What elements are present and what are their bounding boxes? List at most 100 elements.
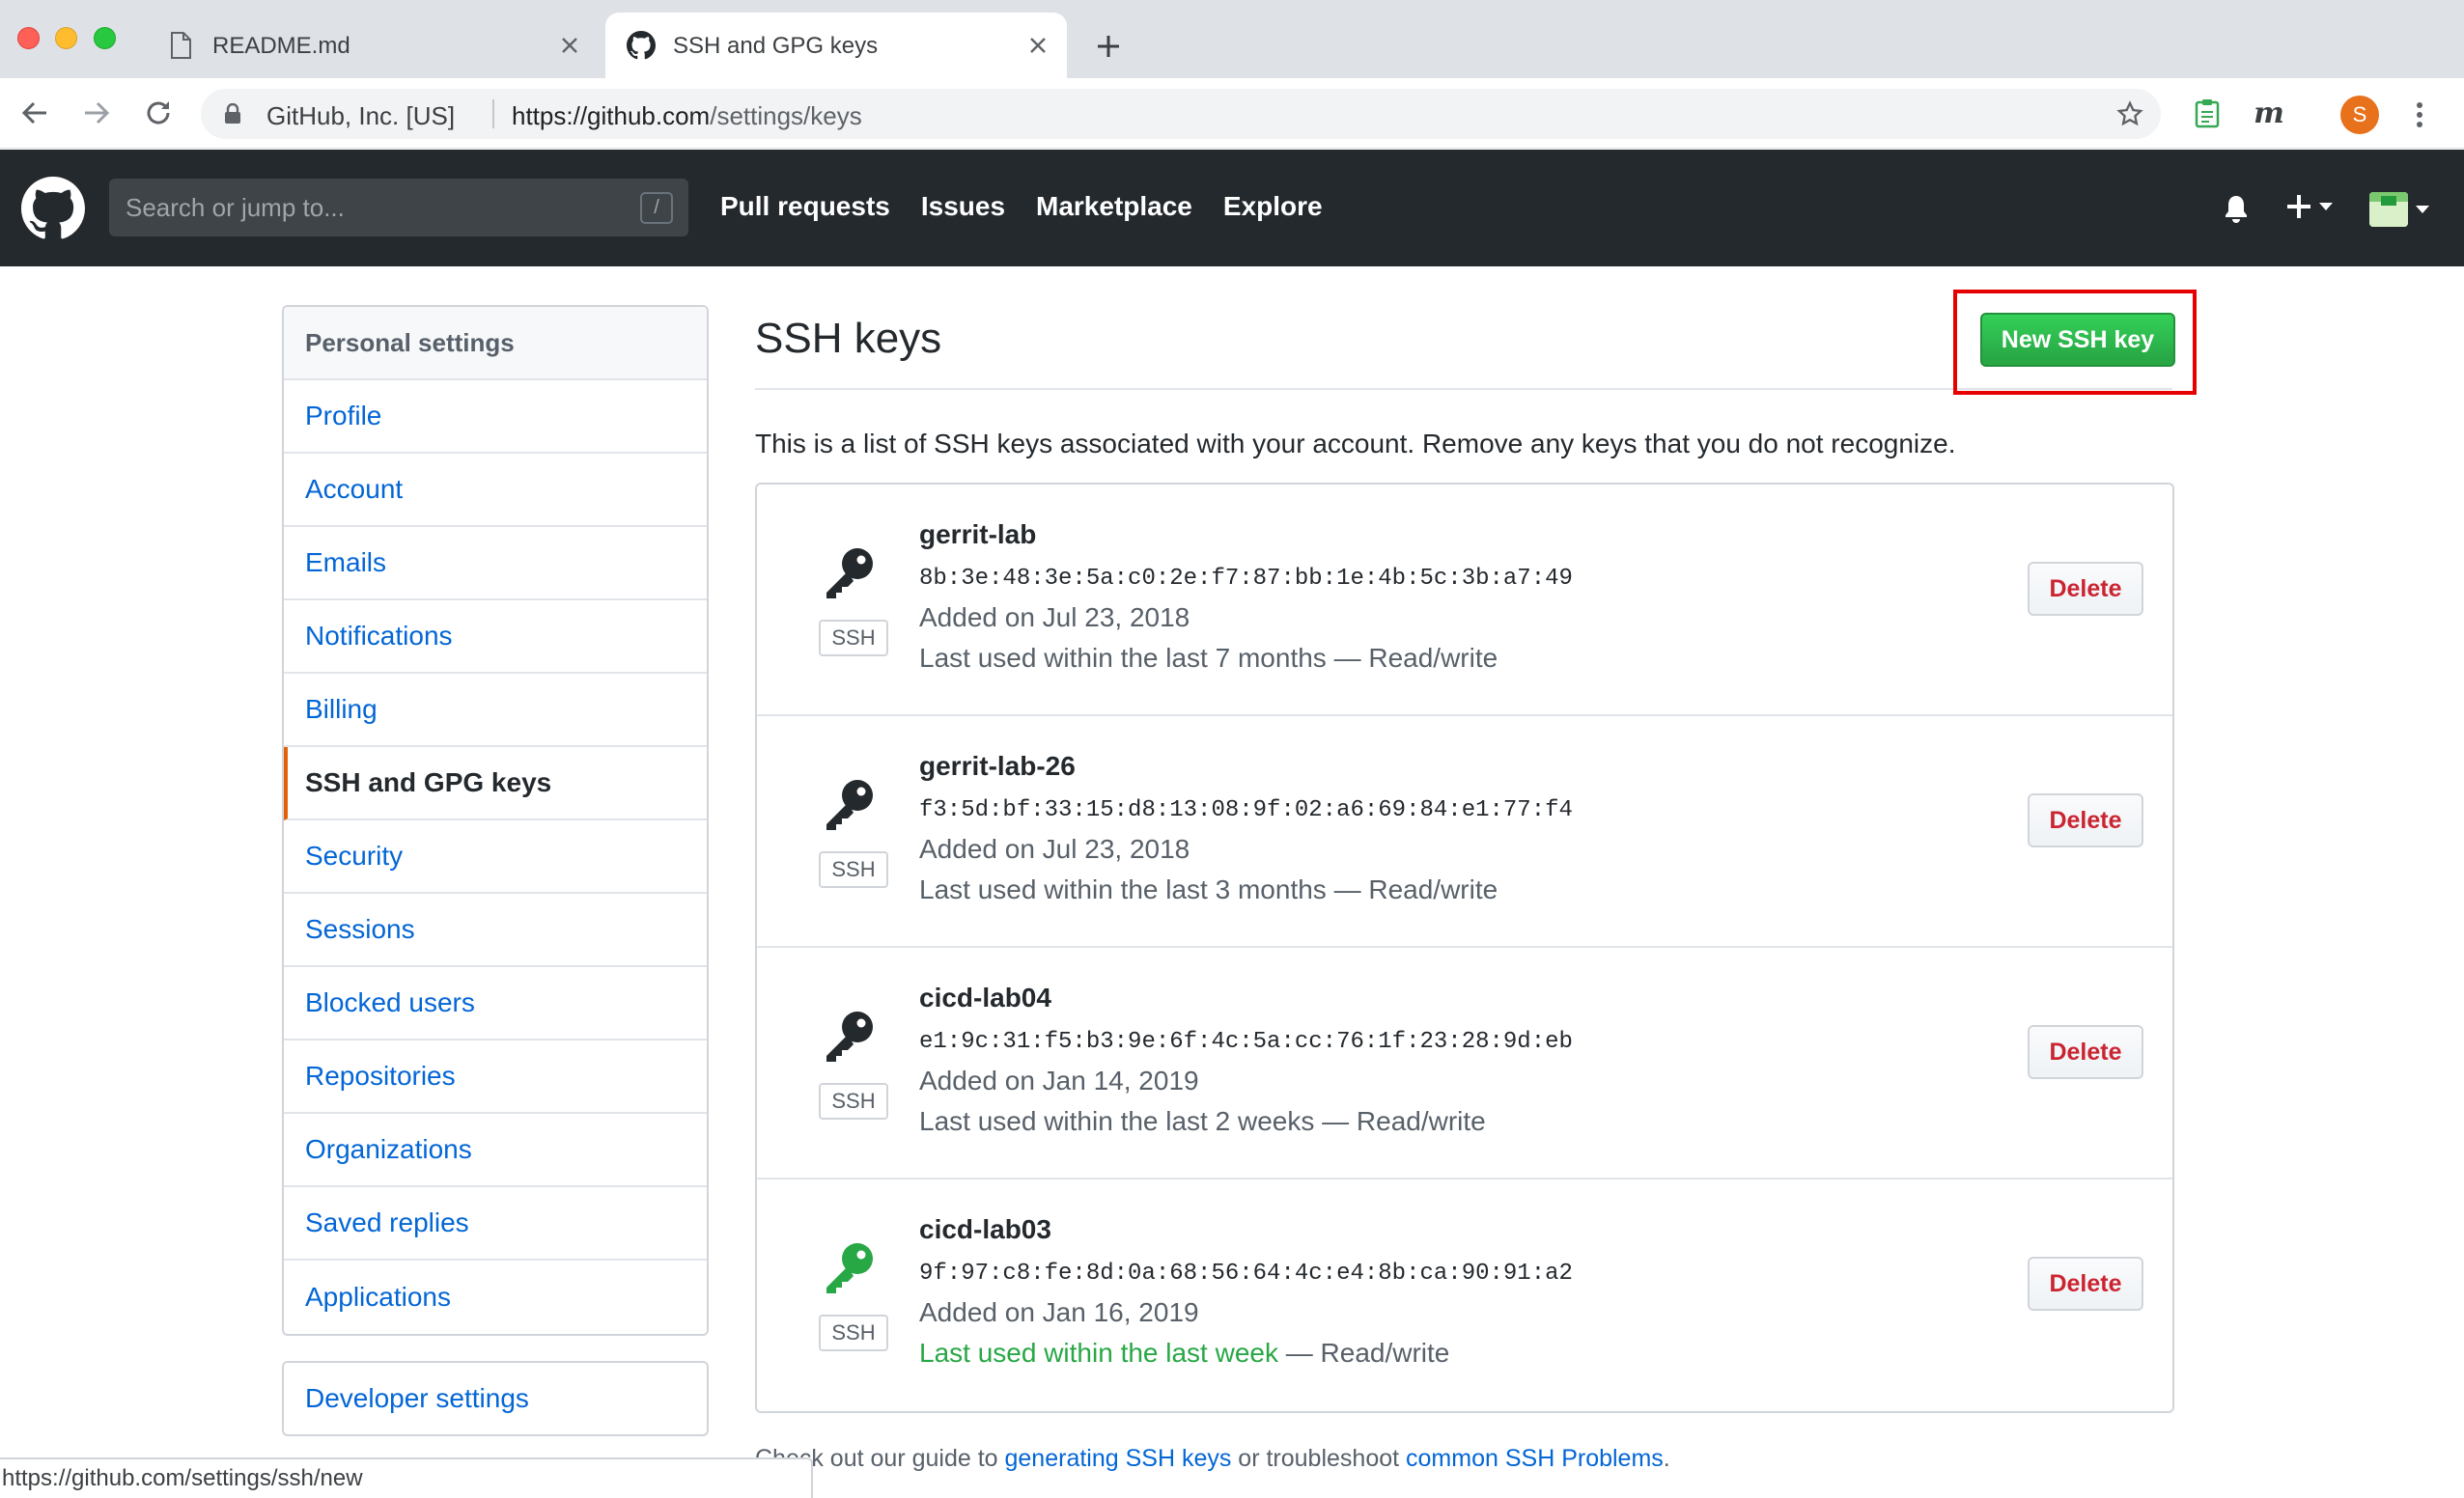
forward-arrow-icon[interactable] <box>75 92 118 134</box>
key-added-date: Added on Jul 23, 2018 <box>919 602 1190 632</box>
search-input[interactable] <box>109 179 688 236</box>
github-logo-icon[interactable] <box>21 177 85 240</box>
key-type-label: SSH <box>819 1083 888 1120</box>
sidebar-item-ssh-gpg-keys[interactable]: SSH and GPG keys <box>284 747 707 820</box>
nav-marketplace[interactable]: Marketplace <box>1036 191 1192 222</box>
access-level: — Read/write <box>1326 874 1498 904</box>
new-ssh-key-button[interactable]: New SSH key <box>1980 313 2175 367</box>
help-footer: Check out our guide to generating SSH ke… <box>755 1445 1670 1473</box>
sidebar-item-notifications[interactable]: Notifications <box>284 600 707 674</box>
key-title: cicd-lab04 <box>919 983 1051 1013</box>
delete-key-button[interactable]: Delete <box>2028 1257 2143 1311</box>
sidebar-item-repositories[interactable]: Repositories <box>284 1040 707 1114</box>
github-header: / Pull requests Issues Marketplace Explo… <box>0 150 2464 266</box>
close-tab-icon[interactable] <box>1022 30 1053 61</box>
ssh-keys-list: SSH gerrit-lab 8b:3e:48:3e:5a:c0:2e:f7:8… <box>755 483 2174 1413</box>
key-type-label: SSH <box>819 851 888 888</box>
key-fingerprint: 8b:3e:48:3e:5a:c0:2e:f7:87:bb:1e:4b:5c:3… <box>919 566 1573 592</box>
key-title: gerrit-lab-26 <box>919 751 1076 781</box>
key-type-label: SSH <box>819 620 888 656</box>
ssh-key-row: SSH cicd-lab03 9f:97:c8:fe:8d:0a:68:56:6… <box>757 1179 2172 1411</box>
window-minimize-button[interactable] <box>55 27 77 49</box>
key-fingerprint: e1:9c:31:f5:b3:9e:6f:4c:5a:cc:76:1f:23:2… <box>919 1029 1573 1055</box>
key-type-label: SSH <box>819 1315 888 1351</box>
m-extension-icon[interactable]: m <box>2252 96 2286 130</box>
search-box: / <box>109 179 688 236</box>
file-icon <box>166 31 195 60</box>
sidebar-item-blocked-users[interactable]: Blocked users <box>284 967 707 1040</box>
key-icon <box>821 1008 879 1066</box>
key-added-date: Added on Jan 14, 2019 <box>919 1066 1199 1096</box>
user-menu-dropdown[interactable] <box>2369 192 2429 227</box>
footer-suffix: . <box>1663 1445 1670 1472</box>
ssh-key-row: SSH gerrit-lab 8b:3e:48:3e:5a:c0:2e:f7:8… <box>757 485 2172 716</box>
key-title: cicd-lab03 <box>919 1214 1051 1244</box>
common-ssh-problems-link[interactable]: common SSH Problems <box>1406 1445 1664 1472</box>
key-last-used: Last used within the last week — Read/wr… <box>919 1338 1449 1369</box>
reload-icon[interactable] <box>137 92 180 134</box>
key-icon <box>821 544 879 602</box>
lock-icon <box>224 102 241 129</box>
browser-menu-icon[interactable] <box>2402 96 2437 134</box>
url-text: https://github.com/settings/keys <box>512 101 862 131</box>
last-used-text: Last used within the last 3 months <box>919 874 1327 904</box>
search-shortcut-hint: / <box>640 192 673 224</box>
access-level: — Read/write <box>1326 643 1498 673</box>
browser-profile-avatar[interactable]: S <box>2340 96 2379 134</box>
notifications-bell-icon[interactable] <box>2223 194 2250 228</box>
sidebar-item-emails[interactable]: Emails <box>284 527 707 600</box>
key-title: gerrit-lab <box>919 519 1037 549</box>
browser-tab-ssh-keys[interactable]: SSH and GPG keys <box>605 13 1067 78</box>
nav-pull-requests[interactable]: Pull requests <box>720 191 890 222</box>
sidebar-item-account[interactable]: Account <box>284 454 707 527</box>
chevron-down-icon <box>2416 206 2429 213</box>
key-fingerprint: 9f:97:c8:fe:8d:0a:68:56:64:4c:e4:8b:ca:9… <box>919 1261 1573 1287</box>
window-zoom-button[interactable] <box>94 27 116 49</box>
delete-key-button[interactable]: Delete <box>2028 1025 2143 1079</box>
key-last-used: Last used within the last 7 months — Rea… <box>919 643 1498 674</box>
sidebar-item-developer-settings[interactable]: Developer settings <box>282 1361 709 1436</box>
close-tab-icon[interactable] <box>554 30 585 61</box>
nav-issues[interactable]: Issues <box>921 191 1005 222</box>
key-icon <box>821 776 879 834</box>
window-close-button[interactable] <box>17 27 40 49</box>
bookmark-star-icon[interactable] <box>2114 98 2145 129</box>
new-tab-plus-icon[interactable] <box>1089 27 1128 66</box>
browser-tab-readme[interactable]: README.md <box>145 13 599 78</box>
tab-title: SSH and GPG keys <box>673 33 879 59</box>
browser-tab-strip: README.md SSH and GPG keys <box>0 0 2464 78</box>
intro-text: This is a list of SSH keys associated wi… <box>755 429 1956 458</box>
browser-status-url: https://github.com/settings/ssh/new <box>0 1457 813 1498</box>
create-new-dropdown[interactable] <box>2284 192 2333 221</box>
footer-middle: or troubleshoot <box>1231 1445 1407 1472</box>
plus-icon <box>2287 195 2310 218</box>
delete-key-button[interactable]: Delete <box>2028 793 2143 847</box>
ssh-key-row: SSH cicd-lab04 e1:9c:31:f5:b3:9e:6f:4c:5… <box>757 948 2172 1179</box>
generating-ssh-keys-link[interactable]: generating SSH keys <box>1005 1445 1232 1472</box>
sidebar-item-profile[interactable]: Profile <box>284 380 707 454</box>
last-used-text: Last used within the last 2 weeks <box>919 1106 1315 1136</box>
nav-explore[interactable]: Explore <box>1223 191 1323 222</box>
header-nav: Pull requests Issues Marketplace Explore <box>720 191 1323 222</box>
sidebar-item-security[interactable]: Security <box>284 820 707 894</box>
access-level: — Read/write <box>1314 1106 1486 1136</box>
tab-title: README.md <box>212 33 350 59</box>
key-fingerprint: f3:5d:bf:33:15:d8:13:08:9f:02:a6:69:84:e… <box>919 797 1573 823</box>
page-title: SSH keys <box>755 315 942 362</box>
sidebar-heading: Personal settings <box>284 307 707 380</box>
clipboard-extension-icon[interactable] <box>2190 96 2225 130</box>
back-arrow-icon[interactable] <box>14 92 56 134</box>
address-divider <box>492 99 494 128</box>
last-used-text: Last used within the last 7 months <box>919 643 1327 673</box>
sidebar-item-organizations[interactable]: Organizations <box>284 1114 707 1187</box>
settings-sidebar: Personal settings Profile Account Emails… <box>282 305 709 1336</box>
sidebar-item-applications[interactable]: Applications <box>284 1261 707 1334</box>
ssh-key-row: SSH gerrit-lab-26 f3:5d:bf:33:15:d8:13:0… <box>757 716 2172 948</box>
access-level: — Read/write <box>1277 1338 1450 1368</box>
delete-key-button[interactable]: Delete <box>2028 562 2143 616</box>
sidebar-item-sessions[interactable]: Sessions <box>284 894 707 967</box>
key-icon <box>821 1239 879 1297</box>
sidebar-item-billing[interactable]: Billing <box>284 674 707 747</box>
sidebar-item-saved-replies[interactable]: Saved replies <box>284 1187 707 1261</box>
address-bar[interactable]: GitHub, Inc. [US] https://github.com/set… <box>201 89 2161 139</box>
